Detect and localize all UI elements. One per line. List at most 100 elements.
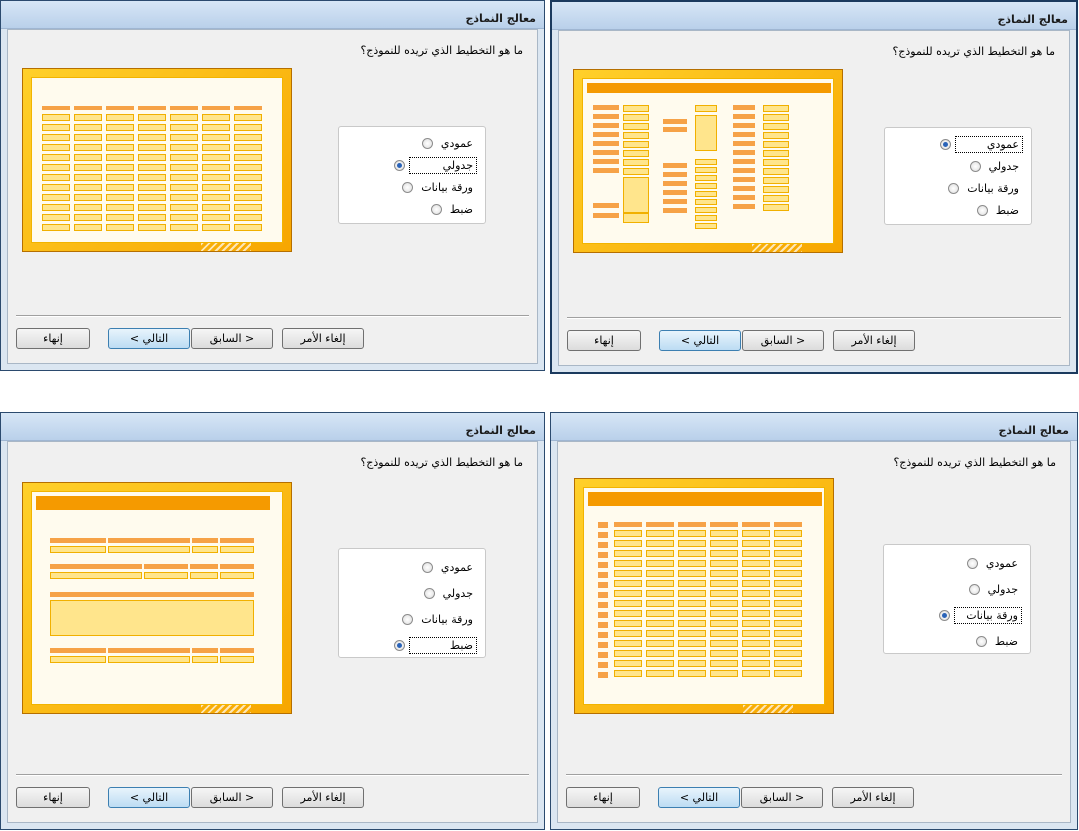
- title-bar: معالج النماذج: [1, 1, 544, 29]
- preview-block: [170, 134, 198, 141]
- radio-icon[interactable]: [430, 203, 442, 215]
- option-datasheet[interactable]: ورقة بيانات: [402, 179, 475, 195]
- option-justified[interactable]: ضبط: [394, 636, 477, 654]
- option-columnar[interactable]: عمودي: [421, 559, 475, 575]
- radio-selected-icon[interactable]: [939, 609, 950, 621]
- preview-block: [50, 572, 142, 579]
- option-label: عمودي: [440, 560, 473, 574]
- preview-block: [774, 530, 802, 537]
- cancel-button[interactable]: إلغاء الأمر: [833, 330, 915, 351]
- preview-block: [733, 114, 755, 119]
- wizard-body: ما هو التخطيط الذي تريده للنموذج؟ عمودي …: [557, 441, 1071, 823]
- next-button[interactable]: التالي >: [108, 328, 190, 349]
- option-justified[interactable]: ضبط: [976, 202, 1021, 218]
- preview-block: [774, 640, 802, 647]
- radio-icon[interactable]: [966, 557, 978, 569]
- preview-block: [220, 564, 254, 569]
- finish-button[interactable]: إنهاء: [16, 787, 90, 808]
- preview-block: [742, 550, 770, 557]
- radio-selected-icon[interactable]: [394, 159, 405, 171]
- layout-question: ما هو التخطيط الذي تريده للنموذج؟: [893, 456, 1056, 469]
- option-tabular[interactable]: جدولي: [968, 581, 1020, 597]
- columnar-layout-preview: [573, 69, 843, 253]
- preview-block: [598, 602, 608, 608]
- radio-selected-icon[interactable]: [940, 138, 951, 150]
- back-button[interactable]: < السابق: [741, 787, 823, 808]
- option-label: جدولي: [442, 586, 473, 600]
- option-label: ورقة بيانات: [954, 606, 1022, 624]
- radio-icon[interactable]: [421, 137, 433, 149]
- preview-block: [646, 670, 674, 677]
- radio-icon[interactable]: [421, 561, 433, 573]
- radio-icon[interactable]: [968, 583, 980, 595]
- option-datasheet[interactable]: ورقة بيانات: [939, 606, 1022, 624]
- preview-block: [614, 660, 642, 667]
- preview-block: [646, 610, 674, 617]
- next-button[interactable]: التالي >: [659, 330, 741, 351]
- preview-block: [733, 177, 755, 182]
- option-justified[interactable]: ضبط: [430, 201, 475, 217]
- option-tabular[interactable]: جدولي: [423, 585, 475, 601]
- preview-block: [614, 530, 642, 537]
- preview-block: [598, 532, 608, 538]
- preview-block: [742, 570, 770, 577]
- back-button[interactable]: < السابق: [191, 328, 273, 349]
- preview-block: [614, 560, 642, 567]
- radio-selected-icon[interactable]: [394, 639, 405, 651]
- option-datasheet[interactable]: ورقة بيانات: [402, 611, 475, 627]
- preview-block: [593, 159, 619, 164]
- cancel-button[interactable]: إلغاء الأمر: [282, 787, 364, 808]
- option-datasheet[interactable]: ورقة بيانات: [948, 180, 1021, 196]
- radio-icon[interactable]: [976, 204, 988, 216]
- radio-icon[interactable]: [402, 181, 414, 193]
- cancel-button[interactable]: إلغاء الأمر: [282, 328, 364, 349]
- option-label: ورقة بيانات: [967, 181, 1019, 195]
- back-button[interactable]: < السابق: [191, 787, 273, 808]
- preview-block: [106, 114, 134, 121]
- preview-block: [678, 550, 706, 557]
- preview-block: [138, 184, 166, 191]
- option-tabular[interactable]: جدولي: [969, 158, 1021, 174]
- preview-block: [678, 610, 706, 617]
- option-label: ضبط: [409, 636, 477, 654]
- preview-block: [733, 204, 755, 209]
- preview-block: [598, 642, 608, 648]
- next-button[interactable]: التالي >: [658, 787, 740, 808]
- preview-block: [774, 540, 802, 547]
- option-columnar[interactable]: عمودي: [421, 135, 475, 151]
- cancel-button[interactable]: إلغاء الأمر: [832, 787, 914, 808]
- preview-block: [234, 214, 262, 221]
- preview-block: [710, 570, 738, 577]
- back-button[interactable]: < السابق: [742, 330, 824, 351]
- radio-icon[interactable]: [969, 160, 981, 172]
- preview-block: [646, 660, 674, 667]
- preview-block: [234, 174, 262, 181]
- option-columnar[interactable]: عمودي: [940, 135, 1023, 153]
- finish-button[interactable]: إنهاء: [566, 787, 640, 808]
- radio-icon[interactable]: [948, 182, 960, 194]
- radio-icon[interactable]: [402, 613, 414, 625]
- finish-button[interactable]: إنهاء: [16, 328, 90, 349]
- preview-block: [710, 600, 738, 607]
- preview-block: [106, 144, 134, 151]
- preview-block: [138, 214, 166, 221]
- preview-block: [42, 124, 70, 131]
- finish-button[interactable]: إنهاء: [567, 330, 641, 351]
- next-button[interactable]: التالي >: [108, 787, 190, 808]
- option-tabular[interactable]: جدولي: [394, 156, 477, 174]
- preview-block: [74, 194, 102, 201]
- option-label: ورقة بيانات: [421, 612, 473, 626]
- radio-icon[interactable]: [423, 587, 435, 599]
- preview-block: [42, 194, 70, 201]
- preview-block: [593, 141, 619, 146]
- preview-block: [646, 550, 674, 557]
- preview-block: [234, 224, 262, 231]
- preview-block: [774, 522, 802, 527]
- option-columnar[interactable]: عمودي: [966, 555, 1020, 571]
- radio-icon[interactable]: [975, 635, 987, 647]
- preview-block: [774, 580, 802, 587]
- preview-block: [170, 184, 198, 191]
- preview-block: [74, 204, 102, 211]
- option-justified[interactable]: ضبط: [975, 633, 1020, 649]
- preview-block: [593, 114, 619, 119]
